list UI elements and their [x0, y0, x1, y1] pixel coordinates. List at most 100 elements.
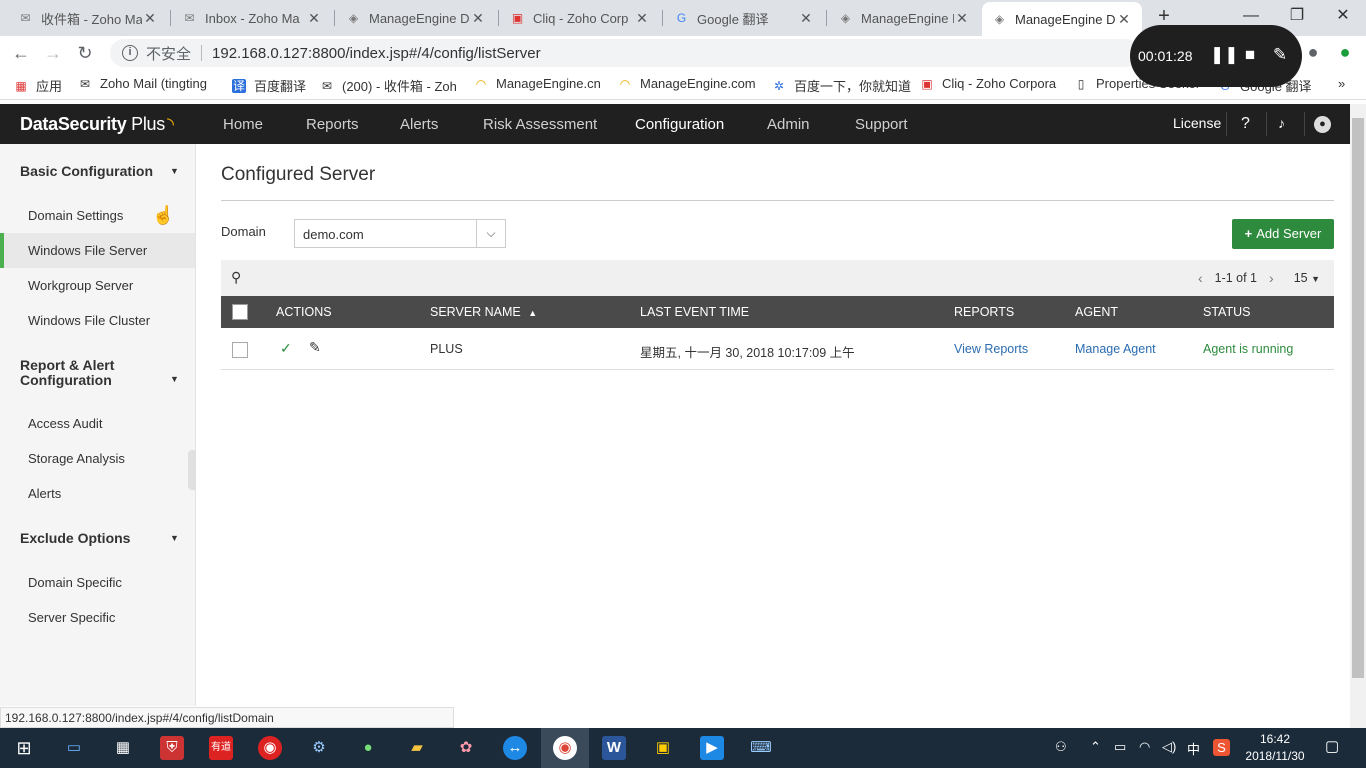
- chrome-icon[interactable]: ◉: [553, 736, 577, 760]
- browser-tab[interactable]: ◈ ManageEngine D ✕: [828, 0, 980, 36]
- bell-icon[interactable]: ♪: [1278, 115, 1285, 131]
- file-explorer-icon[interactable]: ▰: [405, 736, 429, 760]
- per-page-select[interactable]: 15 ▼: [1294, 271, 1320, 285]
- close-tab-icon[interactable]: ✕: [634, 10, 650, 27]
- close-tab-icon[interactable]: ✕: [954, 10, 970, 27]
- bookmark-item[interactable]: ◠ ManageEngine.cn: [474, 76, 601, 91]
- sidebar-item-workgroup-server[interactable]: Workgroup Server: [0, 268, 195, 303]
- stop-icon[interactable]: ■: [1238, 43, 1262, 67]
- nav-alerts[interactable]: Alerts: [400, 116, 438, 133]
- close-tab-icon[interactable]: ✕: [798, 10, 814, 27]
- profile-icon[interactable]: ●: [1302, 41, 1324, 63]
- bookmark-item[interactable]: ◠ ManageEngine.com: [618, 76, 756, 91]
- close-tab-icon[interactable]: ✕: [470, 10, 486, 27]
- back-icon[interactable]: ←: [10, 42, 32, 64]
- domain-select[interactable]: demo.com ⌵: [294, 219, 506, 248]
- reload-icon[interactable]: ↻: [74, 42, 96, 64]
- info-icon[interactable]: i: [122, 45, 138, 61]
- license-link[interactable]: License: [1173, 115, 1221, 131]
- nav-admin[interactable]: Admin: [767, 116, 810, 133]
- wechat-icon[interactable]: ●: [356, 736, 380, 760]
- browser-tab-active[interactable]: ◈ ManageEngine D ✕: [982, 2, 1142, 36]
- nav-reports[interactable]: Reports: [306, 116, 359, 133]
- close-window-button[interactable]: ✕: [1320, 0, 1366, 32]
- sidebar-item-storage-analysis[interactable]: Storage Analysis: [0, 441, 195, 476]
- close-tab-icon[interactable]: ✕: [142, 10, 158, 27]
- sidebar-item-domain-specific[interactable]: Domain Specific: [0, 565, 195, 600]
- chevron-left-icon[interactable]: ‹: [1198, 270, 1203, 286]
- vertical-scrollbar[interactable]: [1350, 104, 1366, 728]
- wifi-icon[interactable]: ◠: [1139, 739, 1150, 755]
- app-logo[interactable]: DataSecurity Plus ◝: [20, 114, 174, 135]
- chevron-down-icon[interactable]: ⌵: [476, 220, 505, 247]
- sidebar-item-server-specific[interactable]: Server Specific: [0, 600, 195, 635]
- browser-tab[interactable]: ◈ ManageEngine D ✕: [336, 0, 496, 36]
- select-all-checkbox[interactable]: [232, 304, 248, 320]
- sidebar-item-access-audit[interactable]: Access Audit: [0, 406, 195, 441]
- pen-icon[interactable]: ✎: [1268, 43, 1292, 67]
- battery-icon[interactable]: ▭: [1114, 739, 1126, 755]
- desktop-icon[interactable]: ▭: [62, 736, 86, 760]
- netease-music-icon[interactable]: ◉: [258, 736, 282, 760]
- view-reports-link[interactable]: View Reports: [954, 342, 1028, 356]
- scrollbar-thumb[interactable]: [1352, 118, 1364, 678]
- teamviewer-icon[interactable]: ↔: [503, 736, 527, 760]
- ime-indicator[interactable]: 中: [1187, 739, 1200, 758]
- volume-icon[interactable]: ◁): [1162, 739, 1176, 755]
- calculator-icon[interactable]: ▦: [111, 736, 135, 760]
- word-icon[interactable]: W: [602, 736, 626, 760]
- close-tab-icon[interactable]: ✕: [306, 10, 322, 27]
- bookmarks-more-button[interactable]: »: [1338, 76, 1345, 91]
- bookmark-item[interactable]: ▦ 应用: [14, 76, 62, 95]
- bookmark-item[interactable]: ✉ (200) - 收件箱 - Zoh: [320, 76, 460, 95]
- nav-home[interactable]: Home: [223, 116, 263, 133]
- bookmark-item[interactable]: ▣ Cliq - Zoho Corpora: [920, 76, 1060, 91]
- bookmark-item[interactable]: ✉ Zoho Mail (tingting: [78, 76, 218, 91]
- edit-pencil-icon[interactable]: ✎: [309, 339, 321, 356]
- add-server-button[interactable]: + Add Server: [1232, 219, 1334, 249]
- nav-support[interactable]: Support: [855, 116, 908, 133]
- sidebar-item-windows-file-server[interactable]: Windows File Server: [0, 233, 195, 268]
- column-header-server-name[interactable]: SERVER NAME ▲: [430, 305, 537, 319]
- clock[interactable]: 16:42 2018/11/30: [1240, 731, 1310, 765]
- browser-tab[interactable]: G Google 翻译 ✕: [664, 0, 824, 36]
- paint-icon[interactable]: ✿: [454, 736, 478, 760]
- close-tab-icon[interactable]: ✕: [1116, 11, 1132, 28]
- sidebar-item-windows-file-cluster[interactable]: Windows File Cluster: [0, 303, 195, 338]
- forward-icon[interactable]: →: [42, 42, 64, 64]
- column-header-last-event-time[interactable]: LAST EVENT TIME: [640, 305, 749, 319]
- sidebar-item-alerts[interactable]: Alerts: [0, 476, 195, 511]
- bookmark-item[interactable]: 译百度翻译: [232, 76, 306, 95]
- check-icon[interactable]: ✓: [280, 340, 292, 357]
- pause-icon[interactable]: ❚❚: [1210, 43, 1239, 67]
- chevron-right-icon[interactable]: ›: [1269, 270, 1274, 286]
- security-app-icon[interactable]: ⛨: [160, 736, 184, 760]
- sidebar-collapse-handle[interactable]: [188, 450, 196, 490]
- caret-down-icon[interactable]: ▼: [170, 166, 179, 176]
- windows-start-icon[interactable]: ⊞: [12, 736, 36, 760]
- row-checkbox[interactable]: [232, 342, 248, 358]
- nav-risk-assessment[interactable]: Risk Assessment: [483, 116, 597, 133]
- manage-agent-link[interactable]: Manage Agent: [1075, 342, 1156, 356]
- folder-app-icon[interactable]: ▣: [651, 736, 675, 760]
- user-icon[interactable]: ●: [1314, 116, 1331, 133]
- caret-down-icon[interactable]: ▼: [170, 533, 179, 543]
- search-icon[interactable]: ⚲: [231, 269, 241, 286]
- network-app-icon[interactable]: ⌨: [749, 736, 773, 760]
- browser-tab[interactable]: ▣ Cliq - Zoho Corp ✕: [500, 0, 660, 36]
- settings-gear-icon[interactable]: ⚙: [307, 736, 331, 760]
- sidebar-section-exclude-options[interactable]: Exclude Options: [20, 531, 130, 545]
- extension-icon[interactable]: ●: [1334, 41, 1356, 63]
- browser-tab[interactable]: ✉ 收件箱 - Zoho Ma ✕: [8, 0, 168, 36]
- sidebar-section-basic-configuration[interactable]: Basic Configuration: [20, 164, 153, 178]
- sogou-icon[interactable]: S: [1213, 739, 1230, 756]
- sidebar-section-report-alert-configuration[interactable]: Report & Alert Configuration: [20, 358, 150, 388]
- youdao-icon[interactable]: 有道: [209, 736, 233, 760]
- notification-icon[interactable]: ▢: [1325, 737, 1339, 755]
- chevron-up-icon[interactable]: ⌃: [1090, 739, 1101, 755]
- caret-down-icon[interactable]: ▼: [170, 374, 179, 384]
- video-app-icon[interactable]: ▶: [700, 736, 724, 760]
- person-icon[interactable]: ⚇: [1055, 739, 1067, 755]
- url-text[interactable]: 192.168.0.127:8800/index.jsp#/4/config/l…: [212, 45, 541, 62]
- browser-tab[interactable]: ✉ Inbox - Zoho Ma ✕: [172, 0, 332, 36]
